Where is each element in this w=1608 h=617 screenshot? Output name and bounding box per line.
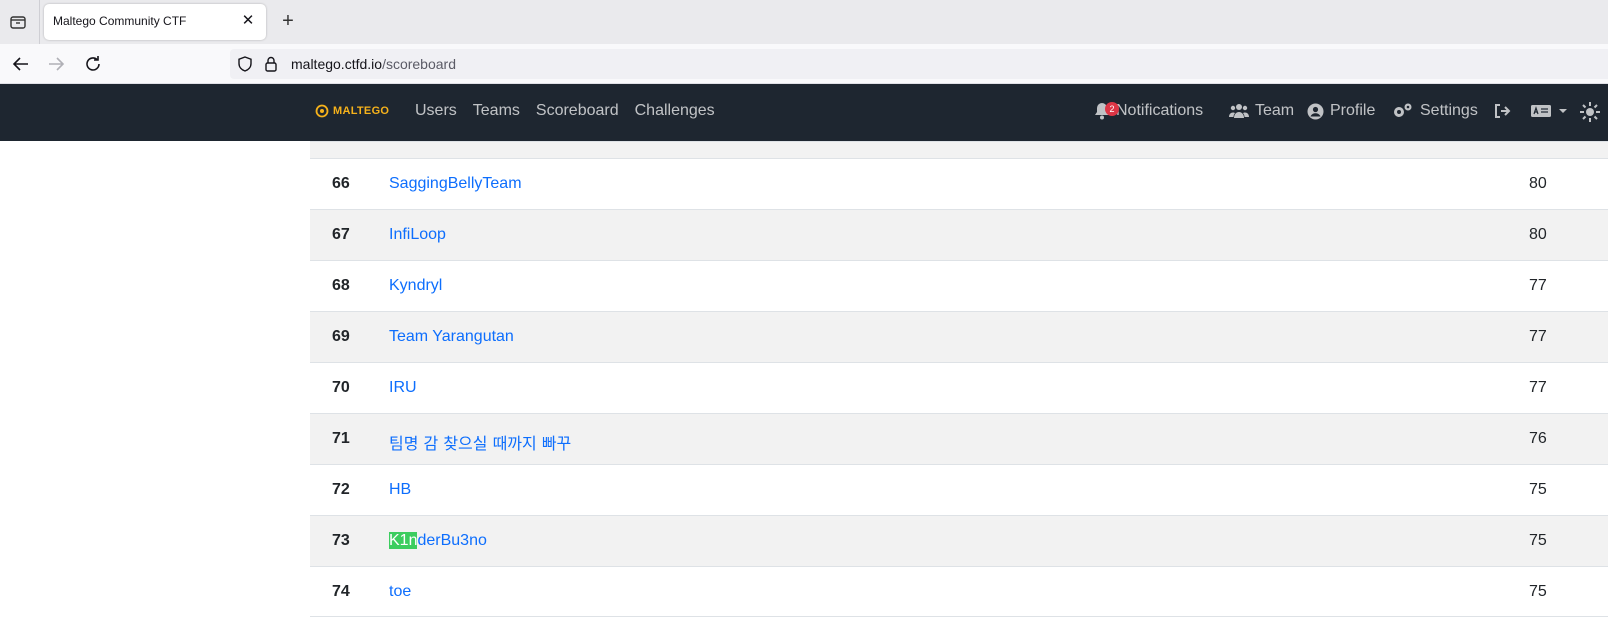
team-label: Team: [1255, 102, 1295, 119]
score-cell: 77: [1529, 328, 1547, 345]
table-row-partial: [310, 141, 1608, 158]
place-cell: 67: [332, 226, 350, 243]
scoreboard-table: 66 SaggingBellyTeam 80 67 InfiLoop 80 68…: [310, 141, 1608, 617]
nav-link-scoreboard[interactable]: Scoreboard: [536, 102, 619, 120]
table-row: 67 InfiLoop 80: [310, 209, 1608, 260]
team-link-rest: derBu3no: [417, 532, 487, 549]
place-cell: 72: [332, 481, 350, 498]
score-cell: 76: [1529, 430, 1547, 447]
url-text: maltego.ctfd.io/scoreboard: [291, 56, 456, 72]
search-highlight: K1n: [389, 532, 418, 549]
brand-name: MALTEGO: [333, 105, 390, 117]
settings-link[interactable]: Settings: [1392, 102, 1478, 120]
tab-separator: [39, 0, 40, 44]
user-circle-icon: [1307, 103, 1324, 119]
score-cell: 80: [1529, 226, 1547, 243]
team-link[interactable]: Team: [1229, 102, 1294, 120]
table-row: 66 SaggingBellyTeam 80: [310, 158, 1608, 209]
place-cell: 66: [332, 175, 350, 192]
shield-icon[interactable]: [236, 55, 254, 73]
site-navbar: MALTEGO Users Teams Scoreboard Challenge…: [0, 84, 1608, 141]
active-tab[interactable]: Maltego Community CTF ✕: [44, 4, 266, 40]
team-link[interactable]: Kyndryl: [389, 277, 442, 295]
settings-label: Settings: [1420, 102, 1478, 119]
place-cell: 74: [332, 583, 350, 600]
language-dropdown[interactable]: [1530, 102, 1574, 120]
browser-tab-bar: Maltego Community CTF ✕ +: [0, 0, 1608, 44]
place-cell: 71: [332, 430, 350, 447]
score-cell: 75: [1529, 583, 1547, 600]
score-cell: 77: [1529, 277, 1547, 294]
notifications-count-badge: 2: [1105, 102, 1119, 116]
language-icon: [1531, 105, 1551, 117]
lock-icon[interactable]: [262, 55, 280, 73]
theme-toggle[interactable]: [1580, 102, 1606, 122]
team-link[interactable]: 팀명 감 찾으실 때까지 빠꾸: [389, 430, 571, 454]
brand-logo[interactable]: MALTEGO: [315, 104, 389, 118]
team-link[interactable]: InfiLoop: [389, 226, 446, 244]
logout-link[interactable]: [1493, 102, 1517, 120]
table-row: 72 HB 75: [310, 464, 1608, 515]
table-row: 74 toe 75: [310, 566, 1608, 617]
score-cell: 77: [1529, 379, 1547, 396]
place-cell: 68: [332, 277, 350, 294]
team-link[interactable]: IRU: [389, 379, 417, 397]
place-cell: 70: [332, 379, 350, 396]
table-row: 68 Kyndryl 77: [310, 260, 1608, 311]
nav-link-teams[interactable]: Teams: [473, 102, 520, 120]
table-row: 71 팀명 감 찾으실 때까지 빠꾸 76: [310, 413, 1608, 464]
forward-arrow-icon[interactable]: [44, 52, 68, 76]
nav-link-users[interactable]: Users: [415, 102, 457, 120]
main-nav-links: Users Teams Scoreboard Challenges: [415, 102, 731, 120]
profile-label: Profile: [1330, 102, 1376, 119]
nav-link-challenges[interactable]: Challenges: [635, 102, 715, 120]
url-path: /scoreboard: [382, 56, 456, 72]
team-link[interactable]: HB: [389, 481, 411, 499]
place-cell: 73: [332, 532, 350, 549]
team-link[interactable]: Team Yarangutan: [389, 328, 514, 346]
team-link[interactable]: SaggingBellyTeam: [389, 175, 522, 193]
users-icon: [1229, 104, 1249, 118]
tab-list-icon[interactable]: [8, 12, 28, 32]
caret-down-icon: [1559, 109, 1567, 113]
score-cell: 75: [1529, 532, 1547, 549]
score-cell: 75: [1529, 481, 1547, 498]
browser-toolbar: maltego.ctfd.io/scoreboard: [0, 44, 1608, 84]
close-tab-icon[interactable]: ✕: [238, 11, 258, 31]
maltego-logo-icon: [315, 104, 329, 118]
score-cell: 80: [1529, 175, 1547, 192]
notifications-label: Notifications: [1116, 102, 1204, 119]
team-link[interactable]: K1nderBu3no: [389, 532, 487, 550]
table-row: 69 Team Yarangutan 77: [310, 311, 1608, 362]
team-link[interactable]: toe: [389, 583, 411, 601]
table-row: 73 K1nderBu3no 75: [310, 515, 1608, 566]
url-host: maltego.ctfd.io: [291, 56, 383, 72]
url-bar[interactable]: maltego.ctfd.io/scoreboard: [230, 49, 1608, 79]
new-tab-button[interactable]: +: [277, 10, 299, 32]
back-arrow-icon[interactable]: [9, 52, 33, 76]
tab-title: Maltego Community CTF: [53, 14, 187, 28]
cogs-icon: [1394, 103, 1412, 117]
place-cell: 69: [332, 328, 350, 345]
profile-link[interactable]: Profile: [1307, 102, 1375, 120]
sign-out-icon: [1495, 104, 1511, 118]
reload-icon[interactable]: [81, 52, 105, 76]
sun-icon: [1580, 102, 1600, 122]
table-row: 70 IRU 77: [310, 362, 1608, 413]
